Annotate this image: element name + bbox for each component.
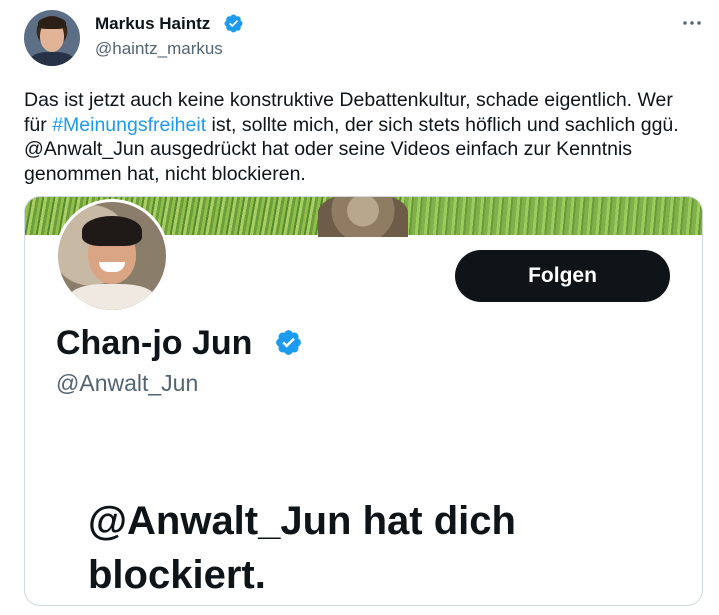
profile-name: Chan-jo Jun bbox=[56, 324, 253, 362]
tweet-text: Das ist jetzt auch keine konstruktive De… bbox=[24, 88, 699, 186]
follow-button[interactable]: Folgen bbox=[455, 250, 670, 302]
blocked-message: @Anwalt_Jun hat dich blockiert. bbox=[88, 499, 516, 597]
profile-handle: @Anwalt_Jun bbox=[56, 370, 199, 396]
hashtag-link[interactable]: #Meinungsfreiheit bbox=[52, 114, 206, 136]
verified-badge-icon bbox=[224, 14, 243, 33]
profile-avatar-hair bbox=[82, 216, 142, 246]
banner-animal bbox=[318, 197, 408, 237]
avatar-hair bbox=[38, 17, 66, 29]
author-name[interactable]: Markus Haintz bbox=[95, 13, 210, 35]
author-handle[interactable]: @haintz_markus bbox=[95, 38, 223, 60]
more-options-button[interactable] bbox=[680, 14, 704, 32]
profile-avatar-shirt bbox=[70, 284, 154, 310]
more-horizontal-icon bbox=[683, 21, 701, 25]
profile-avatar bbox=[55, 199, 169, 313]
media-image[interactable]: Folgen Chan-jo Jun @Anwalt_Jun @Anwalt_J… bbox=[24, 196, 703, 606]
verified-badge-icon bbox=[276, 330, 301, 355]
author-avatar[interactable] bbox=[24, 10, 80, 66]
avatar-shirt bbox=[30, 52, 74, 66]
banner-grass bbox=[405, 197, 702, 235]
